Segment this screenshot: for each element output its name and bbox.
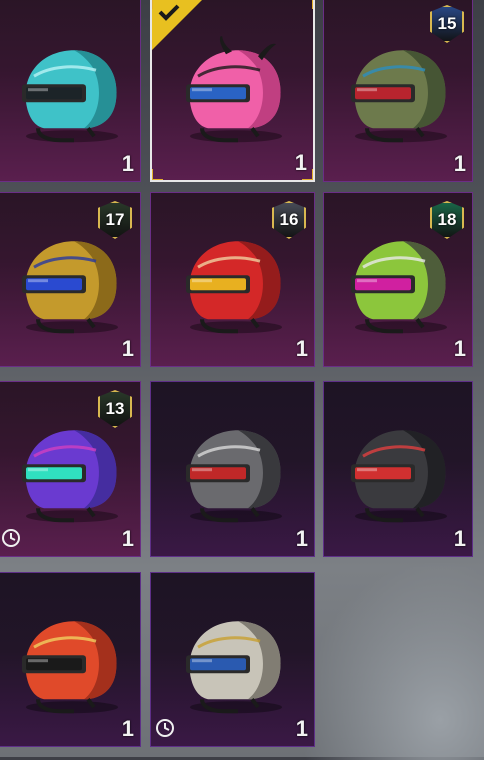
helmet-slot[interactable]: 1 [150,0,315,182]
helmet-image [21,50,118,143]
item-count: 1 [453,526,466,551]
helmet-image [185,36,282,143]
selection-corner [152,169,163,180]
item-count: 1 [121,526,134,551]
helmet-image [351,430,447,523]
item-count: 1 [295,716,308,741]
helmet-image [351,50,447,143]
helmet-slot[interactable]: 15 1 [323,0,473,182]
helmet-image [21,430,118,523]
helmet-slot[interactable]: 16 1 [150,192,315,367]
item-count: 1 [453,151,466,176]
clock-icon [2,529,20,547]
helmet-image [185,620,282,713]
helmet-image [351,240,447,333]
helmet-inventory-grid: 1 1 15 1 17 1 16 1 18 1 13 1 1 1 1 1 [0,0,484,757]
helmet-slot[interactable]: 17 1 [0,192,141,367]
selection-corner [152,0,163,9]
helmet-image [21,620,118,713]
item-count: 1 [121,716,134,741]
item-count: 1 [295,526,308,551]
selection-corner [302,0,313,9]
helmet-slot[interactable]: 1 [150,381,315,557]
item-count: 1 [121,151,134,176]
item-count: 1 [295,336,308,361]
helmet-image [185,430,282,523]
helmet-slot[interactable]: 1 [0,0,141,182]
helmet-image [21,240,118,333]
helmet-image [185,240,282,333]
item-count: 1 [453,336,466,361]
helmet-slot[interactable]: 1 [323,381,473,557]
helmet-slot[interactable]: 18 1 [323,192,473,367]
clock-icon [156,719,174,737]
item-count: 1 [121,336,134,361]
helmet-slot[interactable]: 13 1 [0,381,141,557]
helmet-slot[interactable]: 1 [150,572,315,747]
item-count: 1 [294,150,307,175]
helmet-slot[interactable]: 1 [0,572,141,747]
